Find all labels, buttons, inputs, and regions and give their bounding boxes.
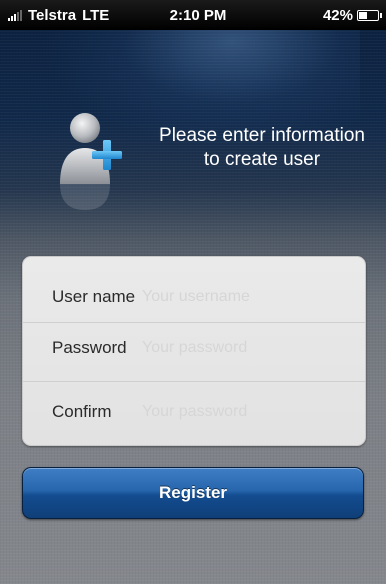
- confirm-label: Confirm: [52, 402, 112, 421]
- page-title: Please enter information to create user: [140, 124, 384, 172]
- password-label: Password: [52, 338, 127, 357]
- add-user-icon: [60, 113, 122, 184]
- register-form: User name Password Confirm: [22, 256, 366, 446]
- username-row: User name: [23, 269, 365, 325]
- avatar-reflection: [60, 184, 110, 210]
- confirm-row: Confirm: [23, 383, 365, 441]
- divider: [23, 381, 365, 382]
- username-input[interactable]: [140, 287, 351, 307]
- register-button[interactable]: Register: [22, 467, 364, 519]
- username-label: User name: [52, 287, 136, 306]
- register-screen: { "status_bar": { "carrier": "Telstra", …: [0, 0, 386, 584]
- confirm-password-input[interactable]: [140, 402, 351, 422]
- password-input[interactable]: [140, 338, 351, 358]
- battery-percent: 42%: [322, 7, 353, 24]
- status-bar: Telstra LTE 2:10 PM 42%: [0, 0, 386, 30]
- password-row: Password: [23, 319, 365, 377]
- status-right: 42%: [322, 7, 382, 24]
- battery-icon: [357, 10, 382, 21]
- title-line-1: Please enter information: [159, 125, 365, 146]
- title-line-2: to create user: [203, 149, 321, 170]
